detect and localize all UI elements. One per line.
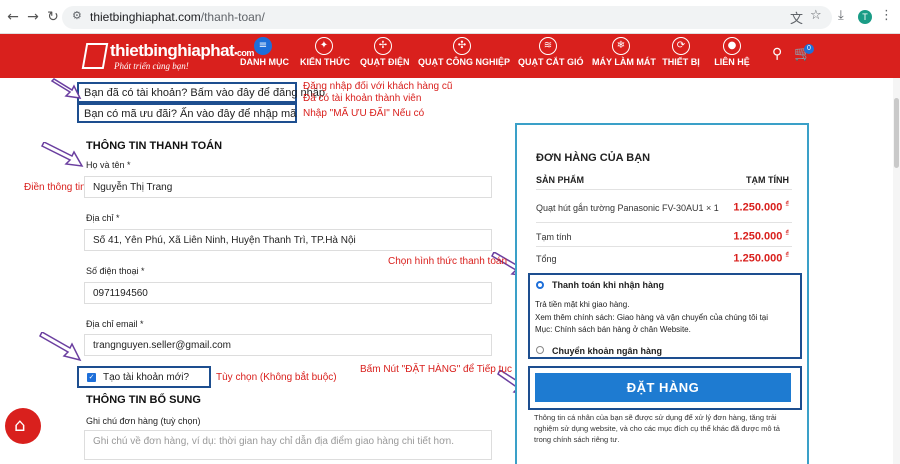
location-icon: ● <box>723 37 741 55</box>
arrow-fill-icon <box>40 142 84 167</box>
device-icon: ⟳ <box>672 37 690 55</box>
product-line[interactable]: Quạt hút gắn tường Panasonic FV-30AU1 × … <box>536 203 719 213</box>
home-button[interactable]: ⌂ <box>5 408 41 444</box>
create-account-note: Tùy chọn (Không bắt buộc) <box>216 372 337 383</box>
phone-input[interactable]: 0971194560 <box>84 282 492 304</box>
place-order-frame: ĐẶT HÀNG <box>528 366 802 410</box>
scrollbar-thumb[interactable] <box>894 98 899 168</box>
privacy-text: Thông tin cá nhân của bạn sẽ được sử dụn… <box>534 413 780 444</box>
menu-kien-thuc[interactable]: ✦ KIẾN THỨC <box>300 36 350 76</box>
more-options-icon[interactable]: ⋮ <box>880 8 893 23</box>
fan-icon: ✢ <box>374 37 392 55</box>
phone-label: Số điện thoại * <box>86 266 145 276</box>
payment-cod-desc: Trả tiền mặt khi giao hàng. <box>535 300 630 309</box>
fill-info-note: Điền thông tin <box>24 182 86 193</box>
payment-cod-desc: Mục: Chính sách bán hàng ở chân Website. <box>535 325 691 334</box>
bookmark-star-icon[interactable]: ☆ <box>810 8 822 23</box>
checkout-page: Bạn đã có tài khoản? Bấm vào đây để đăng… <box>0 78 900 464</box>
order-notes-label: Ghi chú đơn hàng (tuỳ chọn) <box>86 416 201 426</box>
radio-bank-transfer[interactable] <box>536 346 544 354</box>
radio-cod[interactable] <box>536 281 544 289</box>
menu-may-lam-mat[interactable]: ❄ MÁY LÀM MÁT <box>592 36 656 76</box>
menu-icon: ≡ <box>254 37 272 55</box>
order-button-note: Bấm Nút "ĐẶT HÀNG" để Tiếp tục <box>360 364 512 375</box>
extra-info-title: THÔNG TIN BỔ SUNG <box>86 394 201 406</box>
checkbox-checked-icon[interactable]: ✓ <box>87 373 96 382</box>
order-title: ĐƠN HÀNG CỦA BẠN <box>536 152 651 164</box>
translate-icon[interactable]: 文 <box>790 8 803 27</box>
menu-quat-cat-gio[interactable]: ≋ QUẠT CẮT GIÓ <box>518 36 584 76</box>
arrow-checkbox-icon <box>39 332 82 362</box>
place-order-button[interactable]: ĐẶT HÀNG <box>535 373 791 402</box>
billing-title: THÔNG TIN THANH TOÁN <box>86 140 223 152</box>
divider <box>536 222 792 223</box>
col-product-header: SẢN PHẨM <box>536 175 585 185</box>
site-logo[interactable]: thietbinghiaphat•com Phát triển cùng bạn… <box>81 40 254 74</box>
login-note-1: Đăng nhập đối với khách hàng cũ <box>303 81 453 92</box>
address-label: Địa chỉ * <box>86 213 120 223</box>
forward-icon[interactable]: → <box>24 8 42 26</box>
download-icon[interactable]: ⤓ <box>838 8 844 23</box>
menu-lien-he[interactable]: ● LIÊN HỆ <box>712 36 752 76</box>
email-label: Địa chỉ email * <box>86 319 144 329</box>
payment-note: Chọn hình thức thanh toán <box>388 256 508 267</box>
subtotal-label: Tạm tính <box>536 232 572 242</box>
order-notes-textarea[interactable]: Ghi chú về đơn hàng, ví dụ: thời gian ha… <box>84 430 492 460</box>
profile-avatar[interactable]: T <box>858 10 872 24</box>
coupon-note: Nhập "MÃ ƯU ĐÃI" Nếu có <box>303 108 425 119</box>
payment-cod-label[interactable]: Thanh toán khi nhận hàng <box>552 280 664 290</box>
menu-quat-cong-nghiep[interactable]: ✣ QUẠT CÔNG NGHIỆP <box>418 36 510 76</box>
divider <box>536 246 792 247</box>
menu-danh-muc[interactable]: ≡ DANH MỤC <box>240 36 289 76</box>
create-account-toggle[interactable]: ✓ Tạo tài khoản mới? <box>77 366 211 388</box>
address-input[interactable]: Số 41, Yên Phú, Xã Liên Ninh, Huyện Than… <box>84 229 492 251</box>
name-label: Họ và tên * <box>86 160 131 170</box>
logo-mark-icon <box>81 43 109 69</box>
cooler-icon: ❄ <box>612 37 630 55</box>
back-icon[interactable]: ← <box>4 8 22 26</box>
product-price: 1.250.000 ₫ <box>733 201 789 214</box>
login-prompt[interactable]: Bạn đã có tài khoản? Bấm vào đây để đăng… <box>77 82 325 103</box>
payment-methods: Thanh toán khi nhận hàng Trả tiền mặt kh… <box>528 273 802 359</box>
name-input[interactable]: Nguyễn Thị Trang <box>84 176 492 198</box>
total-value: 1.250.000 ₫ <box>733 252 789 265</box>
industrial-fan-icon: ✣ <box>453 37 471 55</box>
email-input[interactable]: trangnguyen.seller@gmail.com <box>84 334 492 356</box>
coupon-prompt[interactable]: Bạn có mã ưu đãi? Ấn vào đây để nhập mã <box>77 103 297 123</box>
subtotal-value: 1.250.000 ₫ <box>733 230 789 243</box>
menu-quat-dien[interactable]: ✢ QUẠT ĐIỆN <box>360 36 410 76</box>
col-subtotal-header: TẠM TÍNH <box>746 175 789 185</box>
cart-count-badge: 0 <box>804 44 814 54</box>
site-info-icon[interactable]: ⚙ <box>72 9 82 22</box>
payment-cod-desc: Xem thêm chính sách: Giao hàng và vận ch… <box>535 313 769 322</box>
page-scrollbar[interactable] <box>893 78 900 464</box>
site-header: thietbinghiaphat•com Phát triển cùng bạn… <box>0 34 900 78</box>
payment-bank-label[interactable]: Chuyển khoản ngân hàng <box>552 346 662 356</box>
login-note-2: Đã có tài khoản thành viên <box>303 93 422 104</box>
menu-thiet-bi[interactable]: ⟳ THIẾT BỊ <box>662 36 700 76</box>
search-icon[interactable]: ⚲ <box>772 46 782 62</box>
air-curtain-icon: ≋ <box>539 37 557 55</box>
lightbulb-icon: ✦ <box>315 37 333 55</box>
url-text: thietbinghiaphat.com/thanh-toan/ <box>90 10 265 24</box>
browser-toolbar: ← → ↻ ⚙ thietbinghiaphat.com/thanh-toan/… <box>0 0 900 34</box>
reload-icon[interactable]: ↻ <box>44 8 62 26</box>
home-icon: ⌂ <box>14 415 26 436</box>
divider <box>536 189 792 190</box>
address-bar[interactable]: ⚙ thietbinghiaphat.com/thanh-toan/ <box>62 6 832 29</box>
total-label: Tổng <box>536 254 557 264</box>
arrow-login-icon <box>50 78 82 99</box>
